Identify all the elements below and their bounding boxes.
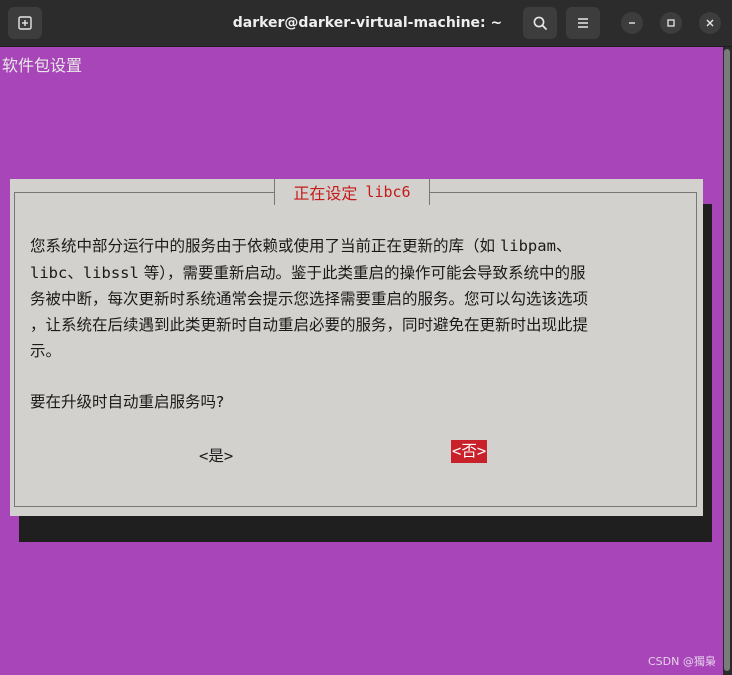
body-text: 等），需要重新启动。鉴于此类重启的操作可能会导致系统中的服 (138, 264, 586, 282)
body-text: ，让系统在后续遇到此类更新时自动重启必要的服务，同时避免在更新时出现此提 (30, 316, 589, 334)
minimize-button[interactable] (621, 12, 643, 34)
search-button[interactable] (523, 7, 557, 39)
scrollbar-thumb[interactable] (724, 49, 730, 671)
search-icon (533, 16, 547, 30)
body-code-libpam: libpam (499, 237, 556, 255)
dialog-title-text: 正在设定 (293, 184, 358, 203)
maximize-button[interactable] (660, 12, 682, 34)
dialog-body-line-5: 示。 (30, 339, 61, 361)
window-title: darker@darker-virtual-machine: ~ (232, 15, 503, 31)
close-button[interactable] (699, 12, 721, 34)
dialog-body-line-4: ，让系统在后续遇到此类更新时自动重启必要的服务，同时避免在更新时出现此提 (30, 313, 588, 335)
dialog-body-line-1: 您系统中部分运行中的服务由于依赖或使用了当前正在更新的库（如 libpam、 (30, 234, 571, 256)
dialog-body-line-2: libc、libssl 等），需要重新启动。鉴于此类重启的操作可能会导致系统中的… (30, 261, 586, 283)
minimize-icon (629, 22, 635, 24)
watermark: CSDN @獨梟 (648, 655, 716, 668)
scrollbar[interactable] (723, 47, 732, 675)
dialog-question: 要在升级时自动重启服务吗? (30, 393, 225, 411)
yes-button[interactable]: <是> (199, 444, 233, 466)
body-text: 务被中断，每次更新时系统通常会提示您选择需要重启的服务。您可以勾选该选项 (30, 290, 589, 308)
no-button[interactable]: <否> (451, 440, 488, 463)
body-text: 、 (555, 237, 572, 255)
dialog-title: 正在设定 libc6 (274, 179, 430, 205)
body-text: 示。 (30, 342, 62, 360)
title-bar: darker@darker-virtual-machine: ~ (0, 0, 732, 47)
body-text: 您系统中部分运行中的服务由于依赖或使用了当前正在更新的库（如 (30, 237, 500, 255)
backtitle: 软件包设置 (2, 56, 83, 75)
new-tab-button[interactable] (8, 7, 42, 39)
menu-button[interactable] (566, 7, 600, 39)
body-text: 、 (67, 264, 83, 282)
new-tab-icon (18, 16, 32, 30)
dialog-body-line-3: 务被中断，每次更新时系统通常会提示您选择需要重启的服务。您可以勾选该选项 (30, 287, 588, 309)
confirm-dialog: 正在设定 libc6 您系统中部分运行中的服务由于依赖或使用了当前正在更新的库（… (10, 179, 703, 516)
body-code-libssl: libssl (82, 264, 139, 282)
body-code-libc: libc (30, 264, 68, 282)
hamburger-menu-icon (578, 18, 588, 28)
maximize-icon (667, 19, 675, 27)
close-icon (706, 19, 714, 27)
dialog-title-package: libc6 (365, 183, 411, 201)
